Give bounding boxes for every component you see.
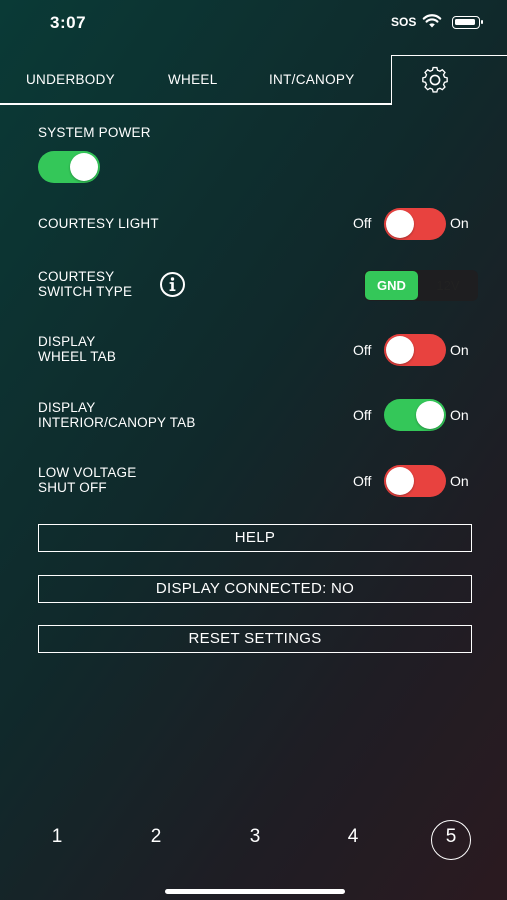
switch-type-gnd-option[interactable]: GND	[365, 271, 418, 300]
reset-settings-button[interactable]: RESET SETTINGS	[38, 625, 472, 653]
tab-wheel[interactable]: WHEEL	[168, 72, 218, 87]
page-4[interactable]: 4	[333, 826, 373, 848]
low-voltage-off-label: Off	[353, 473, 372, 489]
wifi-icon	[422, 14, 442, 28]
display-wheel-tab-toggle[interactable]	[384, 334, 446, 366]
courtesy-light-on-label: On	[450, 215, 469, 231]
help-button[interactable]: HELP	[38, 524, 472, 552]
switch-type-12v-option[interactable]: 12V	[420, 271, 476, 300]
battery-icon	[452, 16, 483, 29]
tab-underline	[0, 103, 392, 105]
status-bar: 3:07 SOS	[0, 0, 507, 46]
display-interior-tab-line2: INTERIOR/CANOPY TAB	[38, 415, 196, 430]
display-wheel-tab-off-label: Off	[353, 342, 372, 358]
display-interior-tab-toggle[interactable]	[384, 399, 446, 431]
courtesy-light-off-label: Off	[353, 215, 372, 231]
tab-int-canopy[interactable]: INT/CANOPY	[269, 72, 355, 87]
page-1[interactable]: 1	[37, 826, 77, 848]
system-power-label: SYSTEM POWER	[38, 125, 151, 140]
display-wheel-tab-line1: DISPLAY	[38, 334, 96, 349]
gear-icon[interactable]	[418, 65, 452, 95]
sos-indicator: SOS	[391, 15, 417, 29]
display-connected-button[interactable]: DISPLAY CONNECTED: NO	[38, 575, 472, 603]
status-time: 3:07	[50, 13, 87, 32]
system-power-toggle[interactable]	[38, 151, 100, 183]
courtesy-switch-type-line1: COURTESY	[38, 269, 115, 284]
display-wheel-tab-on-label: On	[450, 342, 469, 358]
info-icon[interactable]	[159, 271, 186, 298]
courtesy-switch-type-label: COURTESY SWITCH TYPE	[38, 269, 132, 299]
display-interior-tab-on-label: On	[450, 407, 469, 423]
page-3[interactable]: 3	[235, 826, 275, 848]
home-indicator[interactable]	[165, 889, 345, 894]
page-5[interactable]: 5	[431, 826, 471, 848]
low-voltage-on-label: On	[450, 473, 469, 489]
tab-underbody[interactable]: UNDERBODY	[26, 72, 115, 87]
display-interior-tab-line1: DISPLAY	[38, 400, 96, 415]
page-2[interactable]: 2	[136, 826, 176, 848]
courtesy-light-label: COURTESY LIGHT	[38, 216, 159, 231]
courtesy-switch-type-line2: SWITCH TYPE	[38, 284, 133, 299]
switch-type-segmented-control: GND 12V	[364, 270, 478, 301]
courtesy-light-toggle[interactable]	[384, 208, 446, 240]
display-wheel-tab-label: DISPLAY WHEEL TAB	[38, 334, 116, 364]
low-voltage-line1: LOW VOLTAGE	[38, 465, 137, 480]
display-wheel-tab-line2: WHEEL TAB	[38, 349, 117, 364]
low-voltage-toggle[interactable]	[384, 465, 446, 497]
low-voltage-line2: SHUT OFF	[38, 480, 107, 495]
display-interior-tab-off-label: Off	[353, 407, 372, 423]
display-interior-tab-label: DISPLAY INTERIOR/CANOPY TAB	[38, 400, 196, 430]
low-voltage-label: LOW VOLTAGE SHUT OFF	[38, 465, 136, 495]
